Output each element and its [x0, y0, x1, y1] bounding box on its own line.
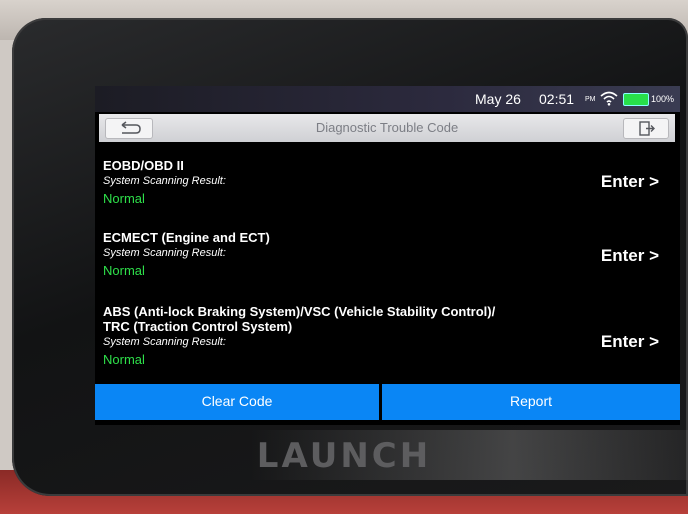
battery-percent: 100% — [651, 94, 675, 104]
status-bar: May 26 02:51 PM 100% — [95, 86, 680, 112]
item-status: Normal — [103, 191, 145, 206]
title-bar: Diagnostic Trouble Code — [99, 114, 675, 142]
item-label: System Scanning Result: — [103, 336, 226, 348]
item-label: System Scanning Result: — [103, 247, 226, 259]
list-item[interactable]: ECMECT (Engine and ECT) System Scanning … — [103, 230, 673, 278]
exit-button[interactable] — [623, 118, 669, 139]
device-screen: May 26 02:51 PM 100% Diagnostic Trouble … — [95, 86, 680, 425]
item-name-line-2: TRC (Traction Control System) — [103, 319, 293, 334]
item-name: EOBD/OBD II — [103, 158, 184, 173]
report-button[interactable]: Report — [382, 384, 680, 420]
page-title: Diagnostic Trouble Code — [315, 120, 459, 135]
status-ampm: PM — [585, 96, 596, 103]
wifi-icon — [600, 91, 618, 106]
enter-button[interactable]: Enter > — [601, 172, 659, 192]
status-time: 02:51 — [539, 91, 575, 107]
item-label: System Scanning Result: — [103, 175, 226, 187]
exit-icon — [639, 121, 655, 136]
enter-button[interactable]: Enter > — [601, 246, 659, 266]
status-date: May 26 — [475, 91, 521, 107]
list-item[interactable]: ABS (Anti-lock Braking System)/VSC (Vehi… — [103, 304, 673, 367]
brand-logo: LAUNCH — [256, 436, 432, 476]
clear-code-button[interactable]: Clear Code — [95, 384, 379, 420]
list-item[interactable]: EOBD/OBD II System Scanning Result: Norm… — [103, 158, 673, 206]
item-name: ECMECT (Engine and ECT) — [103, 230, 270, 245]
enter-button[interactable]: Enter > — [601, 332, 659, 352]
item-status: Normal — [103, 263, 145, 278]
battery-icon — [623, 93, 649, 106]
item-status: Normal — [103, 352, 145, 367]
item-name-line-1: ABS (Anti-lock Braking System)/VSC (Vehi… — [103, 304, 496, 319]
